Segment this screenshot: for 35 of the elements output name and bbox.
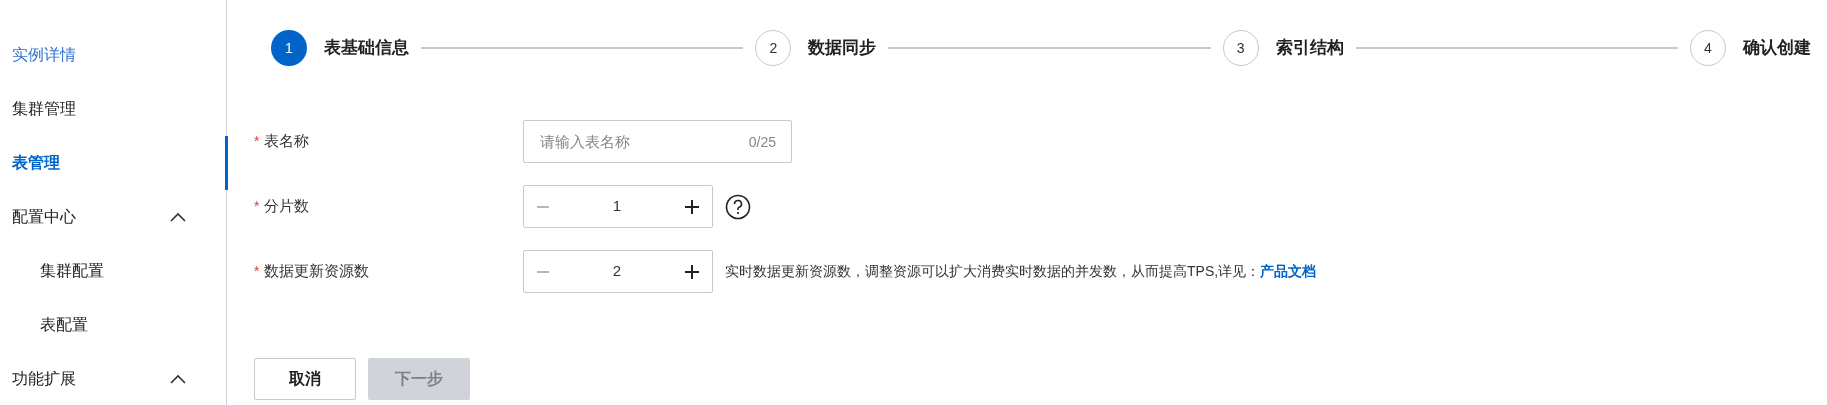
step-title: 索引结构: [1275, 37, 1344, 60]
sidebar-item[interactable]: 功能扩展: [0, 352, 226, 405]
number-stepper[interactable]: 2: [523, 250, 713, 293]
required-mark: *: [254, 262, 260, 281]
sidebar-item[interactable]: 表管理: [0, 136, 226, 190]
sidebar-item[interactable]: 集群配置: [0, 244, 226, 298]
chevron-up-icon: [170, 374, 186, 384]
field-label: 表名称: [264, 131, 310, 152]
character-counter: 0/25: [748, 133, 776, 152]
sidebar-item[interactable]: 集群管理: [0, 82, 226, 136]
number-stepper[interactable]: 1: [523, 185, 713, 228]
cancel-button[interactable]: 取消: [254, 358, 356, 400]
sidebar-item[interactable]: 表配置: [0, 298, 226, 352]
sidebar-item[interactable]: 实例详情: [0, 28, 226, 82]
chevron-up-icon: [170, 212, 186, 222]
step-title: 数据同步: [808, 37, 877, 60]
stepper-value: 2: [612, 261, 622, 282]
plus-icon[interactable]: [684, 263, 700, 280]
step-title: 确认创建: [1743, 37, 1811, 60]
step-number: 4: [1690, 30, 1726, 66]
sidebar-item[interactable]: 配置中心: [0, 190, 226, 244]
field-label: 数据更新资源数: [264, 261, 370, 282]
doc-link[interactable]: 产品文档: [1260, 261, 1317, 282]
step-title: 表基础信息: [324, 37, 409, 60]
field-label: 分片数: [264, 196, 310, 217]
step-number: 1: [271, 30, 307, 66]
step-number: 3: [1222, 30, 1259, 66]
step-number: 2: [755, 30, 792, 66]
field-description: 实时数据更新资源数，调整资源可以扩大消费实时数据的并发数，从而提高TPS,详见：: [725, 262, 1261, 281]
plus-icon[interactable]: [684, 198, 700, 215]
required-mark: *: [254, 197, 260, 216]
selection-indicator: [225, 136, 228, 190]
stepper-value: 1: [612, 196, 622, 217]
required-mark: *: [254, 132, 260, 151]
help-icon[interactable]: [725, 193, 751, 220]
